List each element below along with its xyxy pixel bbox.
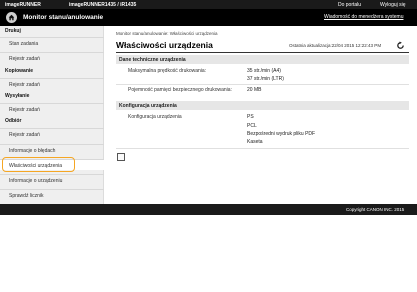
- row-divider: [116, 148, 409, 149]
- sidebar-item-print-job-log[interactable]: Rejestr zadań: [0, 52, 104, 63]
- breadcrumb: Monitor stanu/anulowanie: Właściwości ur…: [116, 31, 218, 36]
- section-header-specifications: Dane techniczne urządzenia: [116, 55, 409, 64]
- max-print-speed-a4: 35 str./min (A4): [247, 68, 281, 74]
- sidebar-item-receive-job-log[interactable]: Rejestr zadań: [0, 128, 104, 139]
- sidebar-item-error-information[interactable]: Informacje o błędach: [0, 144, 104, 155]
- secure-print-memory-label: Pojemność pamięci bezpiecznego drukowani…: [128, 87, 232, 93]
- sidebar-heading-receive: Odbiór: [5, 118, 22, 124]
- config-option-pcl: PCL: [247, 123, 257, 129]
- device-configuration-label: Konfiguracja urządzenia: [128, 114, 182, 120]
- copyright-text: Copyright CANON INC. 2015: [346, 207, 405, 212]
- sidebar-item-check-counter[interactable]: Sprawdź licznik: [0, 189, 104, 200]
- logout-link[interactable]: Wyloguj się: [380, 2, 406, 8]
- home-icon[interactable]: [6, 12, 17, 23]
- section-header-configuration: Konfiguracja urządzenia: [116, 101, 409, 110]
- sidebar-item-copy-job-log[interactable]: Rejestr zadań: [0, 78, 104, 89]
- title-bar: Monitor stanu/anulowanie Wiadomość do me…: [0, 9, 417, 26]
- footer: Copyright CANON INC. 2015: [0, 204, 417, 215]
- device-model: imageRUNNER1435 / iR1435: [69, 1, 137, 8]
- row-divider: [116, 84, 409, 85]
- print-icon[interactable]: [117, 153, 125, 161]
- sidebar-item-device-information[interactable]: Informacje o urządzeniu: [0, 174, 104, 185]
- max-print-speed-ltr: 37 str./min (LTR): [247, 76, 284, 82]
- selection-highlight: [2, 157, 75, 172]
- brand-name: imageRUNNER: [5, 1, 41, 8]
- sidebar-heading-send: Wysyłanie: [5, 93, 30, 99]
- sidebar-item-print-job-status[interactable]: Stan zadania: [0, 37, 104, 48]
- refresh-icon[interactable]: [396, 41, 405, 50]
- config-option-cassette: Kaseta: [247, 139, 263, 145]
- top-bar: imageRUNNER imageRUNNER1435 / iR1435 Do …: [0, 0, 417, 9]
- secure-print-memory-value: 20 MB: [247, 87, 262, 93]
- message-to-admin-link[interactable]: Wiadomość do menedżera systemu: [324, 14, 403, 20]
- config-option-ps: PS: [247, 114, 254, 120]
- last-updated-text: Ostatnia aktualizacja:22/04 2015 12:22:4…: [289, 43, 382, 48]
- sidebar-heading-copy: Kopiowanie: [5, 68, 34, 74]
- title-divider: [116, 52, 409, 53]
- config-option-direct-pdf: Bezpośredni wydruk pliku PDF: [247, 131, 316, 137]
- sidebar: Drukuj Stan zadania Rejestr zadań Kopiow…: [0, 26, 104, 204]
- main-content: Monitor stanu/anulowanie: Właściwości ur…: [104, 26, 417, 204]
- sidebar-item-send-job-log[interactable]: Rejestr zadań: [0, 103, 104, 114]
- page-title: Właściwości urządzenia: [116, 40, 213, 50]
- max-print-speed-label: Maksymalna prędkość drukowania:: [128, 68, 207, 74]
- sidebar-heading-print: Drukuj: [5, 28, 21, 34]
- page-heading: Monitor stanu/anulowanie: [23, 13, 104, 21]
- portal-link[interactable]: Do portalu: [338, 2, 361, 8]
